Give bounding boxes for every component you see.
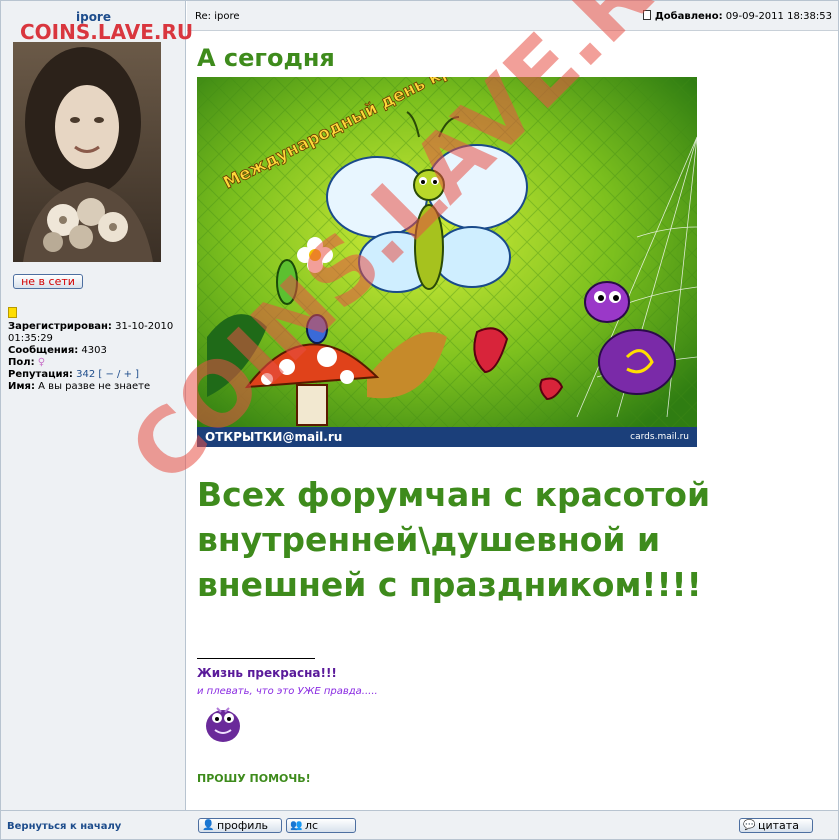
post-date: Добавлено: 09-09-2011 18:38:53 [642, 10, 832, 22]
signature-title: Жизнь прекрасна!!! [197, 666, 337, 680]
post-footer-bar: Вернуться к началу 👤 профиль 👥 лс 💬 цита… [1, 810, 838, 839]
post-title: А сегодня [197, 44, 335, 72]
name-value: А вы разве не знаете [38, 381, 151, 392]
greeting-line: внешней с праздником!!!! [197, 565, 702, 604]
rank-icon [8, 307, 17, 318]
reputation-controls[interactable]: [ − / + ] [98, 369, 139, 380]
registered-value: 31-10-2010 [115, 321, 174, 332]
users-icon: 👥 [290, 820, 303, 831]
back-to-top-link[interactable]: Вернуться к началу [7, 821, 121, 832]
profile-info: Зарегистрирован: 31-10-2010 01:35:29 Соо… [8, 321, 184, 393]
registered-time: 01:35:29 [8, 333, 53, 344]
purple-monster-icon [203, 700, 243, 744]
greeting-text: Всех форумчан с красотой внутренней\душе… [197, 472, 797, 607]
added-label: Добавлено: [654, 11, 723, 22]
added-value: 09-09-2011 18:38:53 [725, 11, 832, 22]
pm-button-label: лс [305, 819, 319, 832]
post-body: А сегодня Международный день красоты [187, 32, 838, 810]
name-label: Имя: [8, 381, 35, 392]
quote-button[interactable]: 💬 цитата [739, 818, 813, 833]
gender-label: Пол: [8, 357, 35, 368]
reputation-label: Репутация: [8, 369, 73, 380]
offline-status-button[interactable]: не в сети [13, 274, 83, 289]
posts-label: Сообщения: [8, 345, 79, 356]
posts-value: 4303 [81, 345, 107, 356]
greeting-line: Всех форумчан с красотой [197, 475, 711, 514]
help-request-text: ПРОШУ ПОМОЧЬ! [197, 772, 311, 785]
card-brand: ОТКРЫТКИ@mail.ru [205, 430, 343, 444]
signature-divider [197, 658, 315, 659]
watermark-top: COINS.LAVE.RU [20, 20, 194, 44]
private-message-button[interactable]: 👥 лс [286, 818, 356, 833]
quote-button-label: цитата [758, 819, 799, 832]
profile-button[interactable]: 👤 профиль [198, 818, 282, 833]
signature-subtitle: и плевать, что это УЖЕ правда..... [197, 686, 378, 697]
card-url: cards.mail.ru [630, 432, 689, 442]
user-icon: 👤 [202, 820, 215, 831]
female-gender-icon: ♀ [37, 357, 46, 368]
greeting-card-image: Международный день красоты [197, 77, 697, 447]
reputation-value[interactable]: 342 [76, 369, 95, 380]
quote-icon: 💬 [743, 820, 756, 831]
registered-label: Зарегистрирован: [8, 321, 112, 332]
greeting-line: внутренней\душевной и [197, 520, 661, 559]
post-subject: Re: ipore [195, 11, 240, 22]
avatar [13, 42, 161, 262]
card-footer: ОТКРЫТКИ@mail.ru cards.mail.ru [197, 427, 697, 447]
post-document-icon[interactable] [642, 10, 651, 20]
post-header: Re: ipore Добавлено: 09-09-2011 18:38:53 [187, 1, 838, 31]
poster-panel: ipore не в сети Зарегистрирован: 31-10-2… [1, 1, 186, 810]
profile-button-label: профиль [217, 819, 268, 832]
